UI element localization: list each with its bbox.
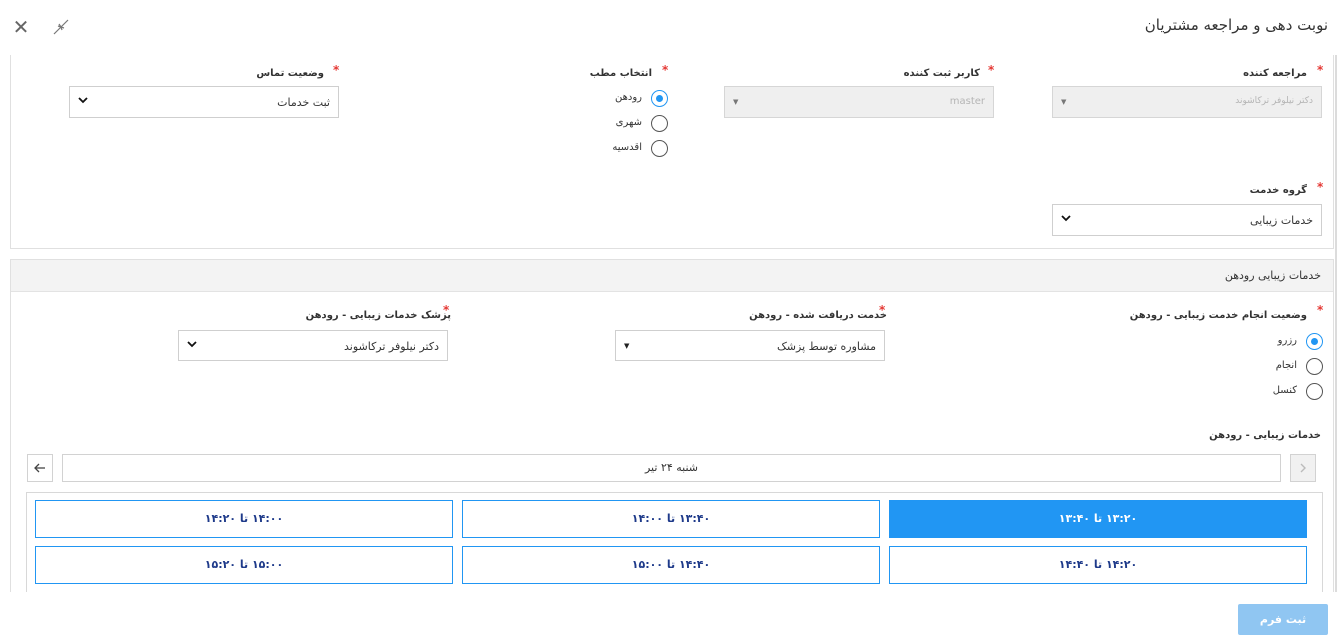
panel-header: خدمات زیبایی رودهن (11, 260, 1333, 292)
time-slot-selected[interactable]: ۱۳:۲۰ تا ۱۳:۴۰ (889, 500, 1307, 538)
close-icon[interactable]: ✕ (12, 17, 30, 37)
doctor-value: دکتر نیلوفر ترکاشوند (343, 340, 439, 353)
chevron-down-icon (187, 339, 197, 352)
status-option-label: انجام (1275, 360, 1297, 371)
radio-unchecked[interactable] (651, 140, 668, 157)
radio-checked[interactable] (651, 90, 668, 107)
registering-user-value: master (949, 96, 985, 107)
service-group-select[interactable]: خدمات زیبایی (1052, 204, 1322, 236)
required-marker: * (1317, 180, 1324, 194)
clinic-option-label: اقدسیه (612, 142, 642, 153)
status-option-cancel[interactable]: کنسل (1241, 382, 1323, 402)
panel-title: خدمات زیبایی رودهن (1224, 269, 1321, 282)
collapse-icon[interactable] (50, 16, 72, 38)
service-status-label: وضعیت انجام خدمت زیبایی - رودهن (1129, 310, 1307, 321)
radio-unchecked[interactable] (1306, 358, 1323, 375)
required-marker: * (662, 63, 669, 77)
time-slots-grid: ۱۳:۲۰ تا ۱۳:۴۰ ۱۳:۴۰ تا ۱۴:۰۰ ۱۴:۰۰ تا ۱… (26, 492, 1323, 592)
received-service-label: خدمت دریافت شده - رودهن (749, 310, 887, 321)
scrollbar[interactable] (1335, 55, 1337, 592)
referrer-label: مراجعه کننده (1243, 68, 1307, 79)
caret-down-icon: ▼ (624, 342, 630, 350)
chevron-down-icon (78, 95, 88, 108)
clinic-option-label: شهری (615, 117, 642, 128)
referrer-value: دکتر نیلوفر ترکاشوند (1235, 96, 1313, 106)
status-option-label: رزرو (1277, 335, 1297, 346)
radio-unchecked[interactable] (651, 115, 668, 132)
schedule-label: خدمات زیبایی - رودهن (1209, 430, 1321, 441)
radio-unchecked[interactable] (1306, 383, 1323, 400)
contact-status-label: وضعیت تماس (256, 68, 324, 79)
chevron-down-icon (1061, 213, 1071, 226)
caret-down-icon: ▼ (1061, 98, 1067, 106)
status-option-done[interactable]: انجام (1241, 357, 1323, 377)
status-option-label: کنسل (1272, 385, 1297, 396)
dialog-body[interactable]: * مراجعه کننده دکتر نیلوفر ترکاشوند ▼ * … (0, 55, 1344, 592)
status-option-reserve[interactable]: رزرو (1241, 332, 1323, 352)
service-group-label: گروه خدمت (1249, 185, 1307, 196)
required-marker: * (1317, 63, 1324, 77)
radio-checked[interactable] (1306, 333, 1323, 350)
time-slot[interactable]: ۱۵:۰۰ تا ۱۵:۲۰ (35, 546, 453, 584)
submit-form-button[interactable]: ثبت فرم (1238, 604, 1328, 635)
time-slot[interactable]: ۱۴:۲۰ تا ۱۴:۴۰ (889, 546, 1307, 584)
time-slot[interactable]: ۱۴:۴۰ تا ۱۵:۰۰ (462, 546, 880, 584)
required-marker: * (333, 63, 340, 77)
registering-user-label: کاربر ثبت کننده (903, 68, 980, 79)
required-marker: * (1317, 303, 1324, 317)
dialog-header: نوبت دهی و مراجعه مشتریان ✕ (0, 0, 1344, 55)
doctor-label: پزشک خدمات زیبایی - رودهن (305, 310, 451, 321)
doctor-select[interactable]: دکتر نیلوفر ترکاشوند (178, 330, 448, 361)
previous-day-button[interactable] (27, 454, 53, 482)
caret-down-icon: ▼ (733, 98, 739, 106)
clinic-option-aqdasieh[interactable]: اقدسیه (591, 139, 668, 159)
contact-status-value: ثبت خدمات (277, 96, 330, 109)
referrer-select[interactable]: دکتر نیلوفر ترکاشوند ▼ (1052, 86, 1322, 118)
registering-user-select[interactable]: master ▼ (724, 86, 994, 118)
date-text: شنبه ۲۴ تیر (644, 461, 699, 474)
received-service-select[interactable]: مشاوره توسط پزشک ▼ (615, 330, 885, 361)
dialog-footer: ثبت فرم (0, 592, 1344, 644)
service-group-value: خدمات زیبایی (1250, 214, 1313, 227)
date-display: شنبه ۲۴ تیر (62, 454, 1281, 482)
clinic-option-shahri[interactable]: شهری (591, 114, 668, 134)
time-slot[interactable]: ۱۴:۰۰ تا ۱۴:۲۰ (35, 500, 453, 538)
clinic-option-label: رودهن (615, 92, 642, 103)
time-slot[interactable]: ۱۳:۴۰ تا ۱۴:۰۰ (462, 500, 880, 538)
next-day-button[interactable] (1290, 454, 1316, 482)
general-info-panel: * مراجعه کننده دکتر نیلوفر ترکاشوند ▼ * … (10, 55, 1334, 249)
received-service-value: مشاوره توسط پزشک (776, 340, 876, 353)
required-marker: * (988, 63, 995, 77)
clinic-selection-label: انتخاب مطب (589, 68, 652, 79)
contact-status-select[interactable]: ثبت خدمات (69, 86, 339, 118)
beauty-services-panel: خدمات زیبایی رودهن * وضعیت انجام خدمت زی… (10, 259, 1334, 592)
clinic-option-roudehen[interactable]: رودهن (591, 89, 668, 109)
dialog-title: نوبت دهی و مراجعه مشتریان (1144, 16, 1328, 34)
